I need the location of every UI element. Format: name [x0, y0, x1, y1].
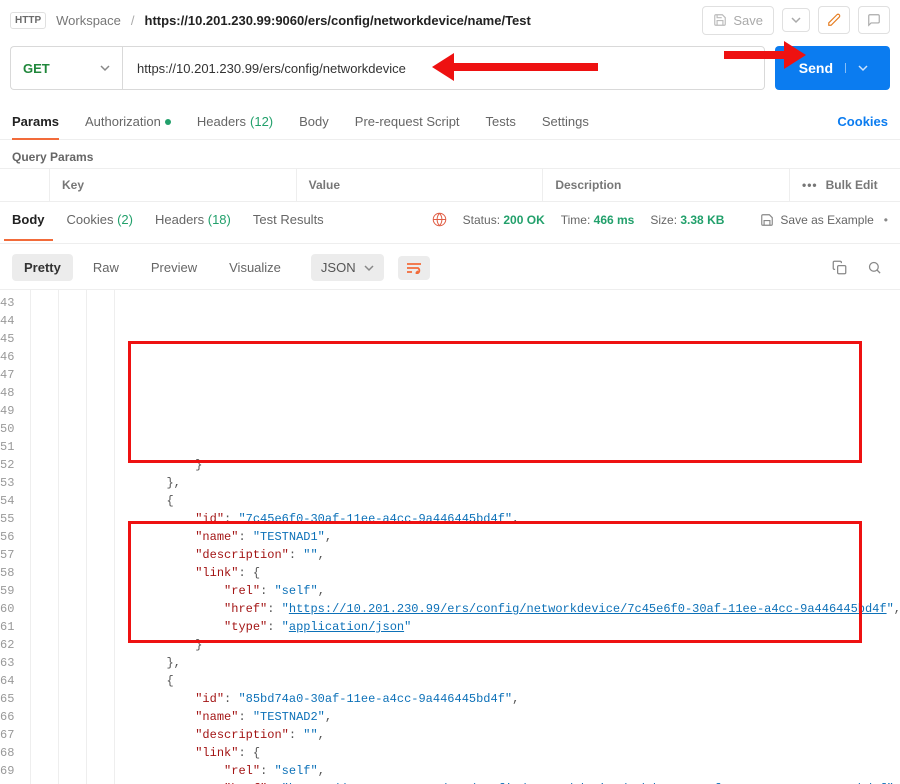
tab-headers-count: (12) [250, 114, 273, 129]
view-visualize[interactable]: Visualize [217, 254, 293, 281]
send-label: Send [799, 60, 833, 76]
qparam-key-header: Key [50, 169, 297, 201]
method-value: GET [23, 61, 50, 76]
url-input[interactable] [122, 46, 765, 90]
send-button[interactable]: Send [775, 46, 890, 90]
more-icon[interactable]: • [884, 213, 888, 227]
resp-tab-test-results[interactable]: Test Results [253, 212, 324, 227]
save-as-example[interactable]: Save as Example • [760, 213, 888, 227]
time-value: 466 ms [594, 213, 635, 227]
save-icon [760, 213, 774, 227]
tab-authorization-label: Authorization [85, 114, 161, 129]
tab-headers-label: Headers [197, 114, 246, 129]
comment-icon [867, 13, 881, 27]
copy-icon [832, 260, 847, 275]
bulk-edit-label: Bulk Edit [826, 178, 878, 192]
resp-tab-body[interactable]: Body [12, 212, 45, 227]
qparam-desc-header: Description [543, 169, 790, 201]
crumb-request-name[interactable]: https://10.201.230.99:9060/ers/config/ne… [145, 13, 531, 28]
response-body[interactable]: 4344454647484950515253545556575859606162… [0, 289, 900, 784]
send-dropdown[interactable] [845, 63, 868, 73]
pencil-icon [827, 13, 841, 27]
resp-headers-label: Headers [155, 212, 204, 227]
resp-tab-headers[interactable]: Headers (18) [155, 212, 231, 227]
tab-tests[interactable]: Tests [486, 104, 516, 139]
chevron-down-icon [791, 15, 801, 25]
tab-body[interactable]: Body [299, 104, 329, 139]
wrap-icon [406, 262, 422, 274]
breadcrumb-bar: HTTP Workspace / https://10.201.230.99:9… [0, 0, 900, 40]
save-icon [713, 13, 727, 27]
wrap-lines-button[interactable] [398, 256, 430, 280]
view-preview[interactable]: Preview [139, 254, 209, 281]
tab-authorization[interactable]: Authorization [85, 104, 171, 139]
search-icon [867, 260, 882, 275]
format-label: JSON [321, 260, 356, 275]
chevron-down-icon [858, 63, 868, 73]
query-params-header: Key Value Description ••• Bulk Edit [0, 168, 900, 202]
save-button[interactable]: Save [702, 6, 774, 35]
crumb-workspace[interactable]: Workspace [56, 13, 121, 28]
body-format-dropdown[interactable]: JSON [311, 254, 384, 281]
response-tabs: Body Cookies (2) Headers (18) Test Resul… [0, 202, 900, 231]
response-meta: Status: 200 OK Time: 466 ms Size: 3.38 K… [432, 212, 725, 227]
line-gutter: 4344454647484950515253545556575859606162… [0, 290, 22, 784]
resp-cookies-label: Cookies [67, 212, 114, 227]
copy-button[interactable] [826, 256, 853, 279]
tab-prerequest[interactable]: Pre-request Script [355, 104, 460, 139]
response-view-tabs: Pretty Raw Preview Visualize JSON [0, 243, 900, 289]
status-label: Status: [463, 213, 500, 227]
cookies-link[interactable]: Cookies [837, 104, 888, 139]
query-params-label: Query Params [0, 140, 900, 168]
qparam-checkbox-col [0, 169, 50, 201]
time-label: Time: [561, 213, 591, 227]
status-value: 200 OK [503, 213, 544, 227]
save-dropdown[interactable] [782, 8, 810, 32]
http-badge: HTTP [10, 12, 46, 29]
tab-params[interactable]: Params [12, 105, 59, 140]
resp-tab-cookies[interactable]: Cookies (2) [67, 212, 133, 227]
tab-headers[interactable]: Headers (12) [197, 104, 273, 139]
code-content: } }, { "id": "7c45e6f0-30af-11ee-a4cc-9a… [22, 290, 900, 784]
view-pretty[interactable]: Pretty [12, 254, 73, 281]
status-dot-icon [165, 119, 171, 125]
edit-button[interactable] [818, 6, 850, 34]
resp-cookies-count: (2) [117, 212, 133, 227]
save-label: Save [733, 13, 763, 28]
qparam-value-header: Value [297, 169, 544, 201]
request-bar: GET Send [0, 40, 900, 104]
save-example-label: Save as Example [780, 213, 873, 227]
chevron-down-icon [364, 263, 374, 273]
request-tabs: Params Authorization Headers (12) Body P… [0, 104, 900, 140]
size-label: Size: [650, 213, 677, 227]
more-icon: ••• [802, 178, 818, 192]
annotation-highlight-1 [128, 341, 862, 463]
crumb-separator: / [131, 13, 135, 28]
globe-icon [432, 212, 447, 227]
tab-settings[interactable]: Settings [542, 104, 589, 139]
comment-button[interactable] [858, 6, 890, 34]
view-raw[interactable]: Raw [81, 254, 131, 281]
method-dropdown[interactable]: GET [10, 46, 122, 90]
qparam-bulk-edit[interactable]: ••• Bulk Edit [790, 169, 900, 201]
resp-headers-count: (18) [208, 212, 231, 227]
search-button[interactable] [861, 256, 888, 279]
chevron-down-icon [100, 63, 110, 73]
size-value: 3.38 KB [680, 213, 724, 227]
